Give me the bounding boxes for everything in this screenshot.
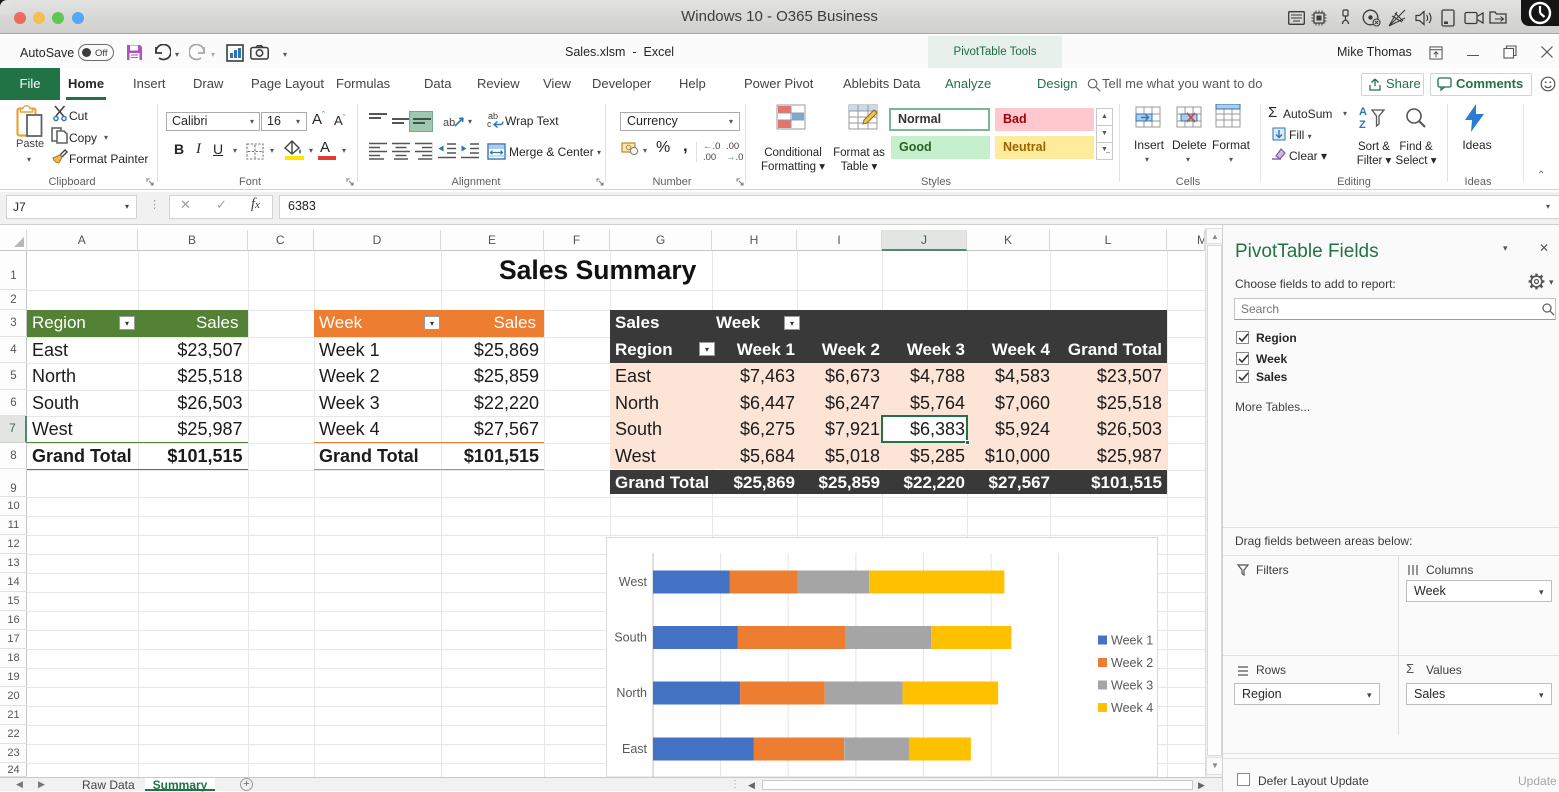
svg-text:Week 4: Week 4	[1111, 701, 1153, 715]
svg-text:East: East	[622, 742, 648, 756]
svg-text:Z: Z	[1359, 119, 1366, 131]
svg-text:Week 2: Week 2	[1111, 656, 1153, 670]
svg-text:West: West	[619, 575, 648, 589]
svg-text:North: North	[616, 686, 647, 700]
svg-text:A: A	[1359, 106, 1367, 118]
svg-text:ab: ab	[443, 117, 455, 129]
svg-text:Week 3: Week 3	[1111, 679, 1153, 693]
svg-text:c: c	[487, 119, 492, 129]
svg-text:Week 1: Week 1	[1111, 634, 1153, 648]
svg-text:South: South	[614, 631, 647, 645]
